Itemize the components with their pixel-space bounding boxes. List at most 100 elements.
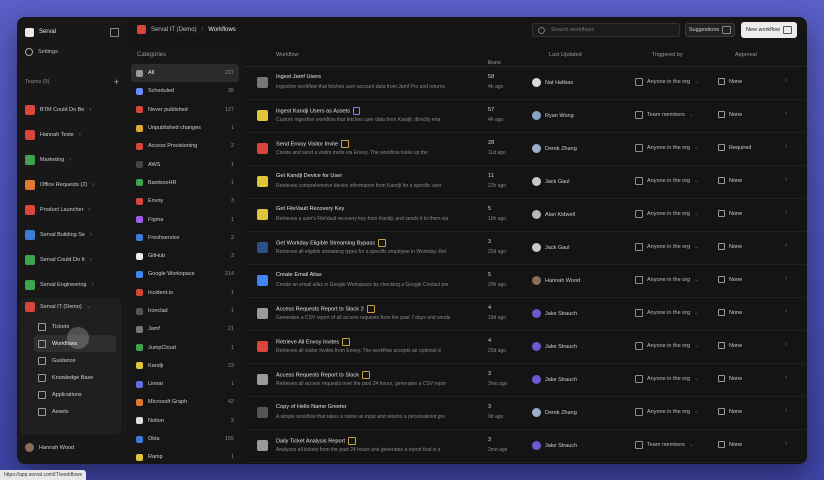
category-item[interactable]: Envoy 3 <box>131 192 239 210</box>
add-team-icon[interactable]: + <box>114 78 119 87</box>
collapse-sidebar-icon[interactable] <box>110 27 119 37</box>
table-row[interactable]: Report Tickets About Alaes Favorite Movi… <box>245 463 807 464</box>
row-menu-icon[interactable]: › <box>785 275 787 282</box>
category-item[interactable]: Unpublished changes 1 <box>131 119 239 137</box>
col-last-updated[interactable]: Last Updated <box>549 52 582 58</box>
workflow-name[interactable]: Send Envoy Visitor Invite <box>276 140 350 148</box>
settings-link[interactable]: Settings <box>25 48 58 56</box>
approval-selector[interactable]: None <box>718 78 742 85</box>
approval-selector[interactable]: None <box>718 276 742 283</box>
sidebar-team-item[interactable]: Marketing › <box>25 147 121 172</box>
workflow-name[interactable]: Ingest Kandji Users as Assets <box>276 107 360 115</box>
workflow-name[interactable]: Access Requests Report to Slack <box>276 371 371 379</box>
approval-selector[interactable]: None <box>718 408 742 415</box>
category-item[interactable]: Scheduled 35 <box>131 82 239 100</box>
category-item[interactable]: GitHub 3 <box>131 247 239 265</box>
sidebar-nav-item[interactable]: Knowledge Base <box>34 369 116 386</box>
col-triggered-by[interactable]: Triggered by <box>652 52 683 58</box>
category-item[interactable]: Ramp 1 <box>131 448 239 464</box>
col-workflow[interactable]: Workflow <box>276 52 299 58</box>
sidebar-team-item[interactable]: Product Launcher › <box>25 197 121 222</box>
row-menu-icon[interactable]: › <box>785 77 787 84</box>
category-item[interactable]: JumpCloud 1 <box>131 338 239 356</box>
row-menu-icon[interactable]: › <box>785 374 787 381</box>
approval-selector[interactable]: None <box>718 210 742 217</box>
category-item[interactable]: Incident.io 1 <box>131 284 239 302</box>
sidebar-team-item[interactable]: Serval Building Se › <box>25 222 121 247</box>
active-team-header[interactable]: Serval IT (Demo) ⌄ <box>25 302 91 312</box>
category-item[interactable]: Jamf 21 <box>131 320 239 338</box>
category-item[interactable]: Figma 1 <box>131 210 239 228</box>
workflow-name[interactable]: Create Email Alias <box>276 272 322 278</box>
workflow-name[interactable]: Copy of Hello Name Greeter <box>276 404 347 410</box>
row-menu-icon[interactable]: › <box>785 176 787 183</box>
trigger-selector[interactable]: Anyone in the org ⌄ <box>635 276 699 284</box>
trigger-selector[interactable]: Anyone in the org ⌄ <box>635 144 699 152</box>
workflow-name[interactable]: Retrieve All Envoy Invites <box>276 338 351 346</box>
table-row[interactable]: Copy of Hello Name Greeter A simple workf… <box>245 397 807 430</box>
new-workflow-button[interactable]: New workflow <box>741 22 797 38</box>
approval-selector[interactable]: None <box>718 375 742 382</box>
table-row[interactable]: Get FileVault Recovery Key Retrieves a us… <box>245 199 807 232</box>
row-menu-icon[interactable]: › <box>785 407 787 414</box>
row-menu-icon[interactable]: › <box>785 341 787 348</box>
row-menu-icon[interactable]: › <box>785 308 787 315</box>
approval-selector[interactable]: None <box>718 111 742 118</box>
suggestions-button[interactable]: Suggestions <box>685 23 735 37</box>
approval-selector[interactable]: None <box>718 342 742 349</box>
table-row[interactable]: Access Requests Report to Slack 2 Generat… <box>245 298 807 331</box>
trigger-selector[interactable]: Anyone in the org ⌄ <box>635 243 699 251</box>
workflow-name[interactable]: Get Workday Eligible Streaming Bypass <box>276 239 387 247</box>
approval-selector[interactable]: None <box>718 177 742 184</box>
sidebar-team-item[interactable]: Serval Could Do It › <box>25 247 121 272</box>
workflow-name[interactable]: Access Requests Report to Slack 2 <box>276 305 375 313</box>
sidebar-team-item[interactable]: BTM Could Do Be › <box>25 97 121 122</box>
row-menu-icon[interactable]: › <box>785 440 787 447</box>
category-item[interactable]: Linear 1 <box>131 375 239 393</box>
trigger-selector[interactable]: Anyone in the org ⌄ <box>635 177 699 185</box>
category-item[interactable]: Access Provisioning 2 <box>131 137 239 155</box>
category-item[interactable]: All 227 <box>131 64 239 83</box>
table-row[interactable]: Daily Ticket Analysis Report Analyzes all… <box>245 430 807 463</box>
workflow-name[interactable]: Get Kandji Device for User <box>276 173 342 179</box>
row-menu-icon[interactable]: › <box>785 242 787 249</box>
category-item[interactable]: Okta 155 <box>131 430 239 448</box>
sidebar-nav-item[interactable]: Assets <box>34 403 116 420</box>
sidebar-nav-item[interactable]: Applications <box>34 386 116 403</box>
category-item[interactable]: Microsoft Graph 42 <box>131 393 239 411</box>
trigger-selector[interactable]: Anyone in the org ⌄ <box>635 375 699 383</box>
table-row[interactable]: Ingest Kandji Users as Assets Custom inge… <box>245 100 807 133</box>
category-item[interactable]: AWS 1 <box>131 155 239 173</box>
category-item[interactable]: BambooHR 1 <box>131 174 239 192</box>
trigger-selector[interactable]: Anyone in the org ⌄ <box>635 342 699 350</box>
sidebar-team-item[interactable]: Serval Engineering › <box>25 272 121 297</box>
category-item[interactable]: Freshservice 2 <box>131 229 239 247</box>
category-item[interactable]: Ironclad 1 <box>131 302 239 320</box>
row-menu-icon[interactable]: › <box>785 143 787 150</box>
trigger-selector[interactable]: Team members ⌄ <box>635 111 694 119</box>
workflow-name[interactable]: Ingest Jamf Users <box>276 74 321 80</box>
search-box[interactable] <box>532 23 680 37</box>
table-row[interactable]: Create Email Alias Create an email alias … <box>245 265 807 298</box>
category-item[interactable]: Google Workspace 214 <box>131 265 239 283</box>
table-row[interactable]: Ingest Jamf Users Ingestion workflow that… <box>245 67 807 100</box>
approval-selector[interactable]: Required <box>718 144 751 151</box>
col-approval[interactable]: Approval <box>735 52 757 58</box>
table-row[interactable]: Retrieve All Envoy Invites Retrieves all … <box>245 331 807 364</box>
trigger-selector[interactable]: Team members ⌄ <box>635 441 694 449</box>
category-item[interactable]: Never published 127 <box>131 101 239 119</box>
sidebar-team-item[interactable]: Hannah Teste › <box>25 122 121 147</box>
breadcrumb-team[interactable]: Serval IT (Demo) <box>151 27 197 33</box>
workflow-name[interactable]: Daily Ticket Analysis Report <box>276 437 357 445</box>
category-item[interactable]: Kandji 23 <box>131 357 239 375</box>
user-menu[interactable]: Hannah Wood <box>25 443 74 452</box>
table-row[interactable]: Send Envoy Visitor Invite Create and send… <box>245 133 807 166</box>
trigger-selector[interactable]: Anyone in the org ⌄ <box>635 78 699 86</box>
category-item[interactable]: Notion 2 <box>131 412 239 430</box>
row-menu-icon[interactable]: › <box>785 110 787 117</box>
trigger-selector[interactable]: Anyone in the org ⌄ <box>635 210 699 218</box>
table-row[interactable]: Get Workday Eligible Streaming Bypass Ret… <box>245 232 807 265</box>
approval-selector[interactable]: None <box>718 309 742 316</box>
row-menu-icon[interactable]: › <box>785 209 787 216</box>
workflow-name[interactable]: Get FileVault Recovery Key <box>276 206 344 212</box>
